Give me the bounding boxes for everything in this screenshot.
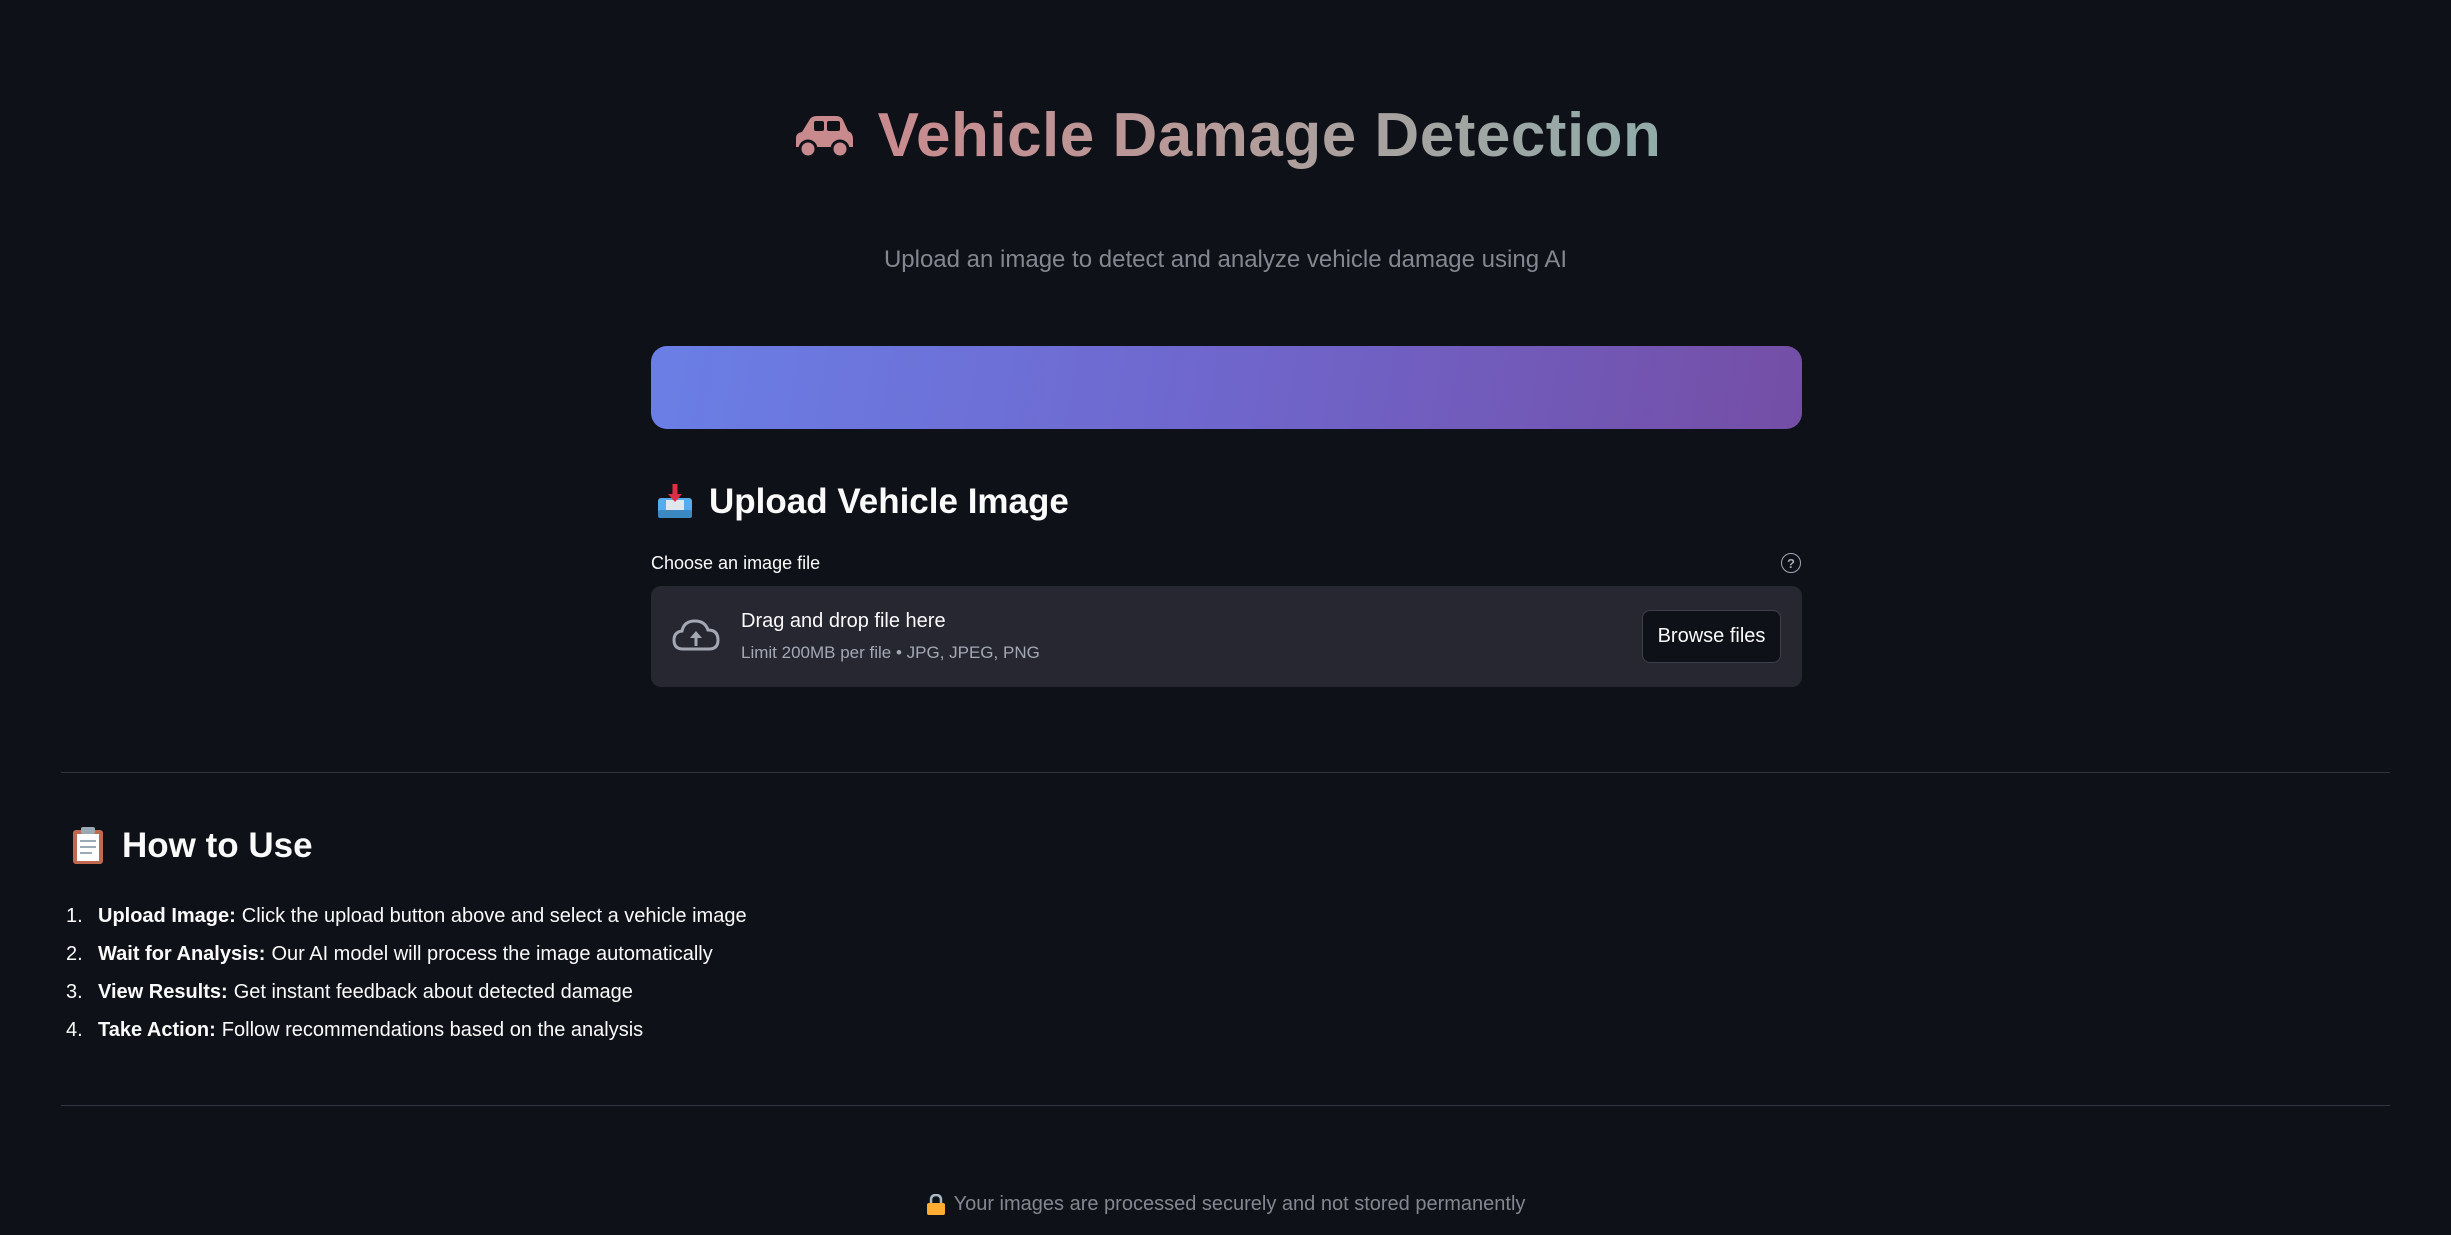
list-item: 3. View Results: Get instant feedback ab… <box>66 973 747 1011</box>
step-text: Follow recommendations based on the anal… <box>221 1018 644 1041</box>
gradient-banner <box>651 346 1802 429</box>
car-icon <box>795 115 853 158</box>
footer-text: Your images are processed securely and n… <box>953 1193 1526 1215</box>
footer-note: Your images are processed securely and n… <box>0 1193 2451 1216</box>
step-title: Take Action: <box>98 1018 216 1041</box>
upload-section-title: Upload Vehicle Image <box>709 482 1069 521</box>
step-title: Wait for Analysis: <box>98 942 266 965</box>
section-divider <box>61 772 2390 773</box>
section-divider <box>61 1105 2390 1106</box>
cloud-upload-icon <box>672 619 720 651</box>
file-uploader-label: Choose an image file <box>651 553 821 573</box>
step-text: Click the upload button above and select… <box>241 904 747 927</box>
list-item: 1. Upload Image: Click the upload button… <box>66 897 747 935</box>
step-title: Upload Image: <box>98 904 236 927</box>
question-circle-icon[interactable]: ? <box>1781 553 1801 573</box>
dropzone-title: Drag and drop file here <box>741 610 946 632</box>
howto-section-header: How to Use <box>68 826 313 866</box>
browse-files-button[interactable]: Browse files <box>1642 610 1781 663</box>
page-subtitle: Upload an image to detect and analyze ve… <box>883 246 1568 273</box>
howto-section-title: How to Use <box>122 826 313 865</box>
step-text: Our AI model will process the image auto… <box>271 942 713 965</box>
step-number: 3. <box>66 980 83 1003</box>
step-title: View Results: <box>98 980 228 1003</box>
step-number: 1. <box>66 904 83 927</box>
inbox-tray-icon <box>658 484 692 518</box>
step-number: 4. <box>66 1018 83 1041</box>
page-title: Vehicle Damage Detection <box>877 101 1662 170</box>
page-header: Vehicle Damage Detection <box>0 100 2451 171</box>
list-item: 2. Wait for Analysis: Our AI model will … <box>66 935 747 973</box>
howto-steps-list: 1. Upload Image: Click the upload button… <box>66 897 747 1049</box>
step-number: 2. <box>66 942 83 965</box>
step-text: Get instant feedback about detected dama… <box>233 980 633 1003</box>
upload-section-header: Upload Vehicle Image <box>655 482 1069 522</box>
dropzone-limit-text: Limit 200MB per file • JPG, JPEG, PNG <box>741 643 1040 662</box>
file-dropzone[interactable]: Drag and drop file here Limit 200MB per … <box>651 586 1802 687</box>
app-page: Vehicle Damage Detection Upload an image… <box>0 0 2451 1235</box>
clipboard-icon <box>73 827 103 864</box>
list-item: 4. Take Action: Follow recommendations b… <box>66 1011 747 1049</box>
lock-icon <box>926 1193 945 1215</box>
